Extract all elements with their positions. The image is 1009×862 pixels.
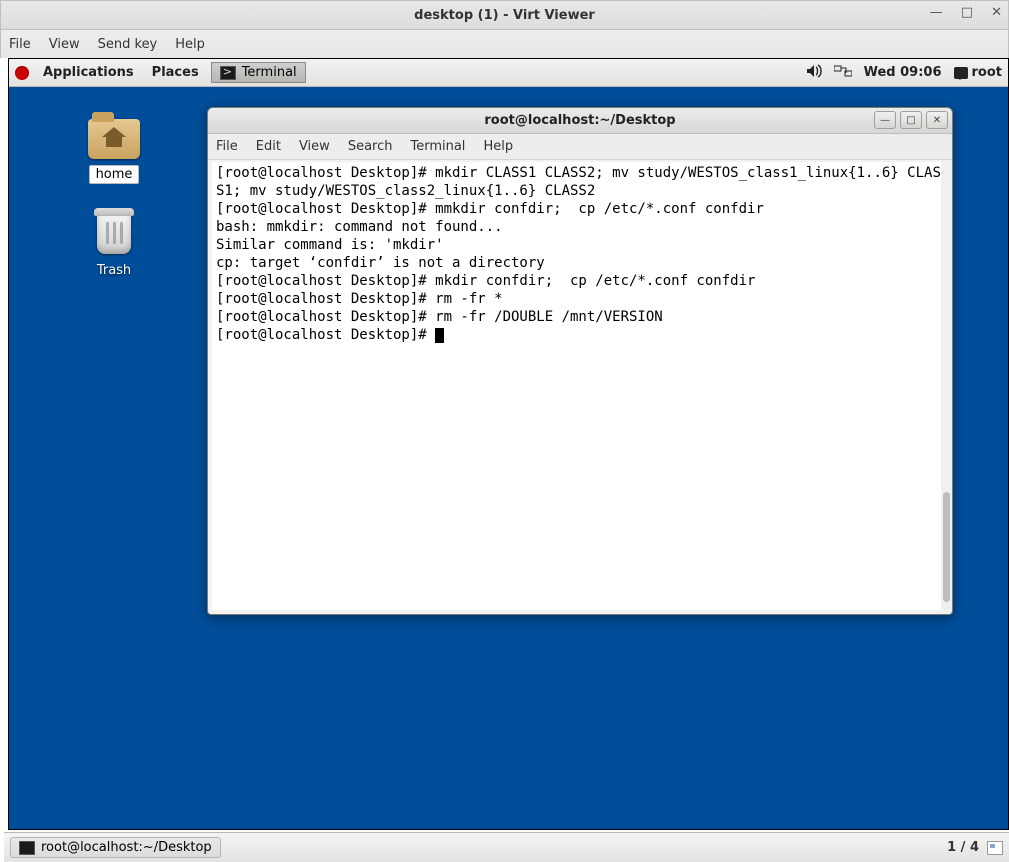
username-label: root (972, 65, 1003, 80)
terminal-output[interactable]: [root@localhost Desktop]# mkdir CLASS1 C… (212, 162, 948, 610)
virt-maximize-button[interactable]: □ (961, 5, 973, 20)
terminal-menu-help[interactable]: Help (483, 139, 513, 154)
volume-icon[interactable] (806, 64, 822, 82)
terminal-menu-edit[interactable]: Edit (256, 139, 281, 154)
terminal-window[interactable]: root@localhost:~/Desktop — □ ✕ File Edit… (207, 107, 953, 615)
network-icon[interactable] (834, 64, 852, 82)
system-tray: Wed 09:06 root (806, 64, 1002, 82)
terminal-menu-search[interactable]: Search (348, 139, 393, 154)
virt-menu-view[interactable]: View (49, 37, 80, 52)
terminal-line: [root@localhost Desktop]# mmkdir confdir… (216, 200, 944, 218)
home-folder-icon[interactable]: home (59, 119, 169, 184)
trashbin-icon (93, 208, 135, 256)
folder-icon (88, 119, 140, 159)
host-taskbar: root@localhost:~/Desktop 1 / 4 (4, 832, 1009, 862)
virt-menu-help[interactable]: Help (175, 37, 205, 52)
terminal-minimize-button[interactable]: — (874, 111, 896, 129)
virt-close-button[interactable]: ✕ (991, 5, 1002, 20)
terminal-maximize-button[interactable]: □ (900, 111, 922, 129)
virt-title: desktop (1) - Virt Viewer (414, 8, 595, 23)
home-label: home (89, 165, 140, 184)
terminal-menu-file[interactable]: File (216, 139, 238, 154)
taskbar-terminal[interactable]: Terminal (211, 62, 306, 83)
redhat-icon (15, 66, 29, 80)
user-menu[interactable]: root (954, 65, 1003, 80)
virt-menu-sendkey[interactable]: Send key (98, 37, 158, 52)
terminal-line: [root@localhost Desktop]# (216, 326, 944, 344)
virt-menubar: File View Send key Help (0, 30, 1009, 58)
terminal-icon (19, 841, 35, 855)
applications-menu[interactable]: Applications (35, 61, 142, 84)
terminal-icon (220, 66, 236, 80)
terminal-scrollbar[interactable] (941, 162, 952, 610)
terminal-line: cp: target ‘confdir’ is not a directory (216, 254, 944, 272)
virt-minimize-button[interactable]: — (930, 5, 943, 20)
desktop-icons: home Trash (59, 119, 169, 303)
virt-titlebar: desktop (1) - Virt Viewer — □ ✕ (0, 0, 1009, 30)
workspace-switcher-icon[interactable] (987, 841, 1003, 855)
trash-icon[interactable]: Trash (59, 208, 169, 279)
scrollbar-thumb[interactable] (943, 492, 950, 602)
gnome-top-panel: Applications Places Terminal Wed 09:06 r… (9, 59, 1008, 87)
terminal-window-controls: — □ ✕ (874, 111, 948, 129)
virt-menu-file[interactable]: File (9, 37, 31, 52)
terminal-line: [root@localhost Desktop]# rm -fr * (216, 290, 944, 308)
vm-display[interactable]: Applications Places Terminal Wed 09:06 r… (8, 58, 1009, 830)
host-task-terminal[interactable]: root@localhost:~/Desktop (10, 837, 221, 858)
clock[interactable]: Wed 09:06 (864, 65, 942, 80)
virt-window-controls: — □ ✕ (930, 5, 1002, 20)
terminal-menu-terminal[interactable]: Terminal (410, 139, 465, 154)
user-status-icon (954, 67, 968, 79)
places-menu[interactable]: Places (144, 61, 207, 84)
terminal-line: Similar command is: 'mkdir' (216, 236, 944, 254)
terminal-line: bash: mmkdir: command not found... (216, 218, 944, 236)
terminal-line: [root@localhost Desktop]# rm -fr /DOUBLE… (216, 308, 944, 326)
taskbar-terminal-label: Terminal (242, 65, 297, 80)
terminal-line: [root@localhost Desktop]# mkdir confdir;… (216, 272, 944, 290)
workspace-indicator[interactable]: 1 / 4 (947, 840, 979, 855)
terminal-title: root@localhost:~/Desktop (484, 113, 675, 128)
terminal-menu-view[interactable]: View (299, 139, 330, 154)
host-taskbar-right: 1 / 4 (947, 840, 1003, 855)
terminal-line: [root@localhost Desktop]# mkdir CLASS1 C… (216, 164, 944, 200)
trash-label: Trash (91, 262, 137, 279)
terminal-cursor (435, 328, 444, 343)
host-task-label: root@localhost:~/Desktop (41, 840, 212, 855)
terminal-titlebar[interactable]: root@localhost:~/Desktop — □ ✕ (208, 108, 952, 134)
terminal-menubar: File Edit View Search Terminal Help (208, 134, 952, 160)
terminal-close-button[interactable]: ✕ (926, 111, 948, 129)
